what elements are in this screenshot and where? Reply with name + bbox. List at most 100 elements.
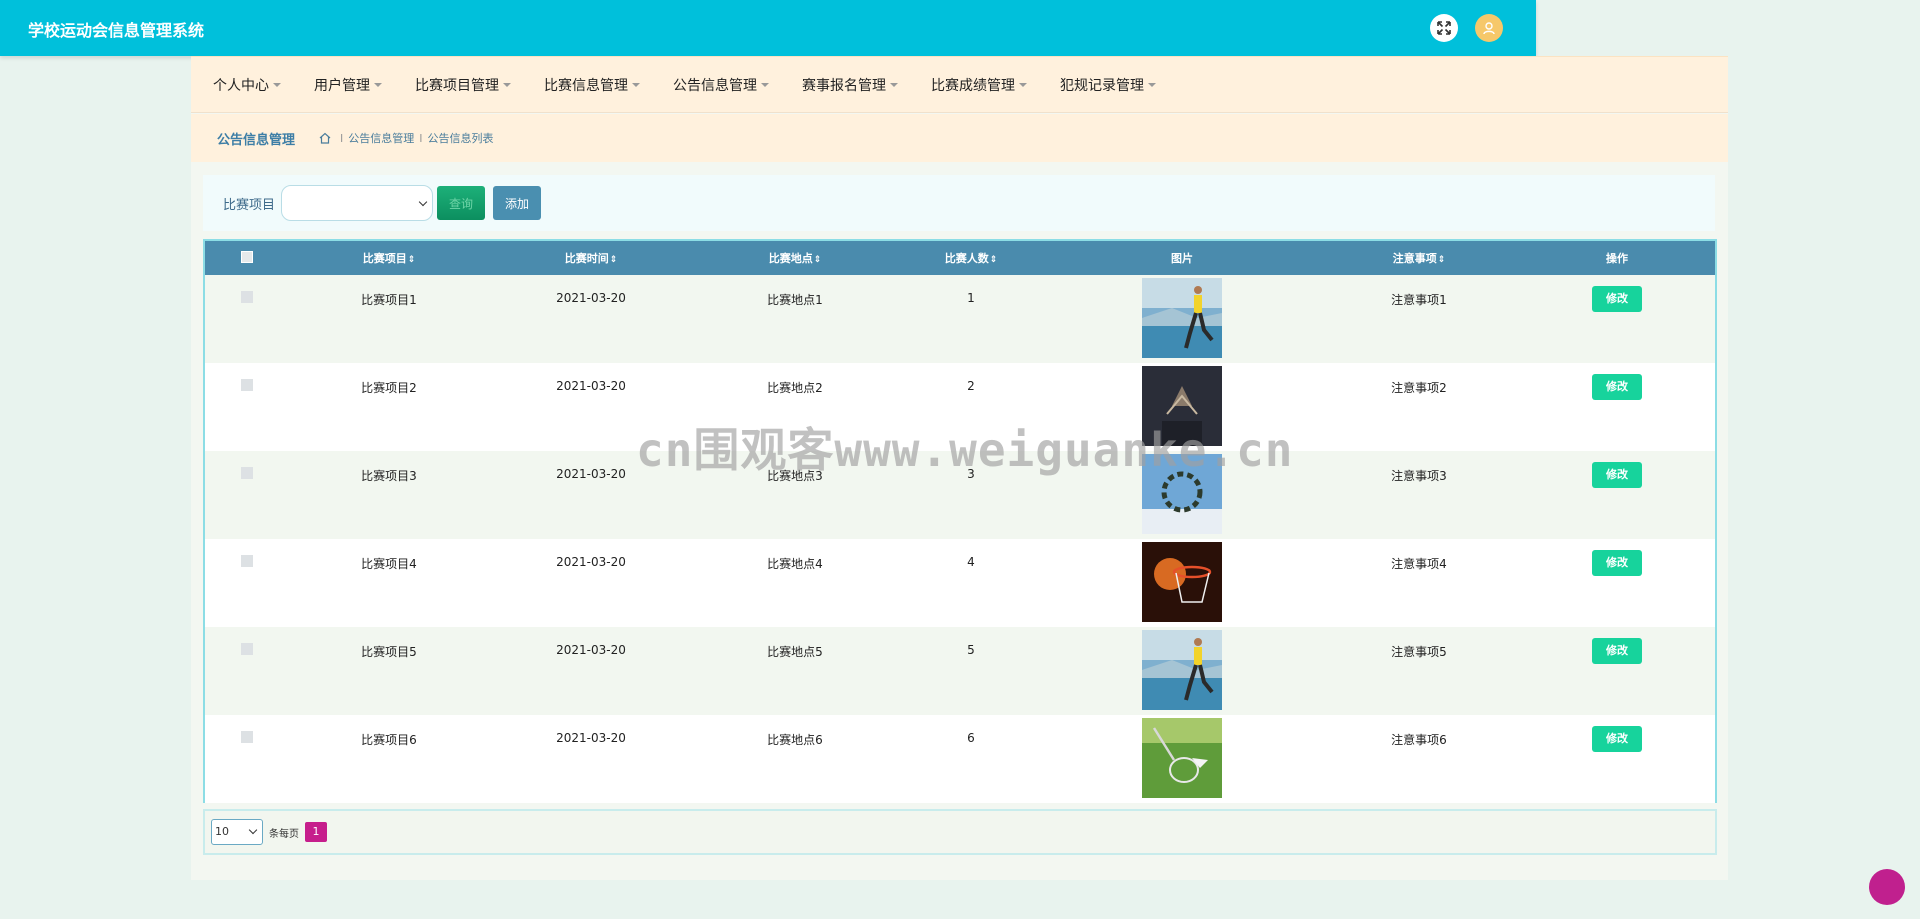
- cell-notes: 注意事项3: [1391, 469, 1447, 483]
- cell-project: 比赛项目3: [361, 469, 417, 483]
- top-header: 学校运动会信息管理系统: [0, 0, 1536, 56]
- row-checkbox[interactable]: [241, 291, 253, 303]
- home-icon[interactable]: [319, 132, 331, 144]
- page-size-value: 10: [215, 825, 229, 838]
- chevron-down-icon: [418, 197, 428, 207]
- nav-item-label: 个人中心: [213, 77, 269, 94]
- column-header[interactable]: 比赛时间⇕: [489, 241, 693, 275]
- cell-notes: 注意事项6: [1391, 733, 1447, 747]
- nav-item-foul-management[interactable]: 犯规记录管理: [1060, 75, 1156, 95]
- column-header: 操作: [1606, 252, 1628, 265]
- edit-button[interactable]: 修改: [1592, 286, 1642, 312]
- cell-project: 比赛项目5: [361, 645, 417, 659]
- sort-icon: ⇕: [1437, 255, 1446, 265]
- top-nav-menu: 个人中心 用户管理 比赛项目管理 比赛信息管理 公告信息管理 赛事报名管理 比赛…: [191, 56, 1728, 113]
- user-avatar-icon[interactable]: [1475, 14, 1503, 42]
- nav-item-registration-management[interactable]: 赛事报名管理: [802, 75, 898, 95]
- table-row: 比赛项目4 2021-03-20 比赛地点4 4 注意事项4 修改: [205, 539, 1715, 627]
- cell-project: 比赛项目2: [361, 381, 417, 395]
- floating-action-button[interactable]: [1869, 869, 1905, 905]
- nav-item-notice-management[interactable]: 公告信息管理: [673, 75, 769, 95]
- page-number-button[interactable]: 1: [305, 822, 327, 842]
- cell-project: 比赛项目4: [361, 557, 417, 571]
- caret-down-icon: [374, 82, 382, 87]
- nav-item-match-info-management[interactable]: 比赛信息管理: [544, 75, 640, 95]
- search-button[interactable]: 查询: [437, 186, 486, 220]
- row-checkbox[interactable]: [241, 643, 253, 655]
- edit-button[interactable]: 修改: [1592, 462, 1642, 488]
- caret-down-icon: [1148, 82, 1156, 87]
- row-checkbox[interactable]: [241, 467, 253, 479]
- search-label: 比赛项目: [223, 197, 276, 213]
- edit-button[interactable]: 修改: [1592, 726, 1642, 752]
- cell-count: 6: [967, 731, 975, 745]
- nav-item-label: 赛事报名管理: [802, 77, 886, 94]
- edit-button[interactable]: 修改: [1592, 374, 1642, 400]
- nav-item-project-management[interactable]: 比赛项目管理: [415, 75, 511, 95]
- cell-place: 比赛地点4: [767, 557, 823, 571]
- page-title: 公告信息管理: [217, 132, 296, 148]
- edit-button[interactable]: 修改: [1592, 550, 1642, 576]
- cell-time: 2021-03-20: [556, 643, 626, 657]
- cell-notes: 注意事项2: [1391, 381, 1447, 395]
- column-header[interactable]: 比赛项目⇕: [289, 241, 489, 275]
- sort-icon: ⇕: [989, 255, 998, 265]
- cell-time: 2021-03-20: [556, 555, 626, 569]
- cell-time: 2021-03-20: [556, 291, 626, 305]
- chevron-down-icon: [248, 825, 258, 835]
- data-table: 比赛项目⇕ 比赛时间⇕ 比赛地点⇕ 比赛人数⇕ 图片 注意事项⇕ 操作 比赛项目…: [203, 239, 1717, 803]
- nav-item-personal-center[interactable]: 个人中心: [213, 75, 281, 95]
- nav-item-user-management[interactable]: 用户管理: [314, 75, 382, 95]
- table-row: 比赛项目6 2021-03-20 比赛地点6 6 注意事项6 修改: [205, 715, 1715, 803]
- row-checkbox[interactable]: [241, 731, 253, 743]
- watermark: cn围观客www.weiguanke.cn: [636, 423, 1294, 477]
- table-row: 比赛项目1 2021-03-20 比赛地点1 1 注意事项1 修改: [205, 275, 1715, 363]
- nav-item-score-management[interactable]: 比赛成绩管理: [931, 75, 1027, 95]
- page-size-select[interactable]: 10: [211, 819, 263, 845]
- nav-item-label: 犯规记录管理: [1060, 77, 1144, 94]
- nav-item-label: 用户管理: [314, 77, 370, 94]
- breadcrumb-separator: I: [340, 131, 344, 145]
- nav-item-label: 比赛项目管理: [415, 77, 499, 94]
- caret-down-icon: [273, 82, 281, 87]
- select-all-cell: [205, 241, 289, 275]
- app-title: 学校运动会信息管理系统: [28, 21, 205, 40]
- add-button[interactable]: 添加: [493, 186, 542, 220]
- row-checkbox[interactable]: [241, 379, 253, 391]
- sort-icon: ⇕: [407, 255, 416, 265]
- cell-notes: 注意事项5: [1391, 645, 1447, 659]
- column-header[interactable]: 比赛人数⇕: [897, 241, 1045, 275]
- select-all-checkbox[interactable]: [241, 250, 253, 263]
- badminton-image: [1142, 718, 1222, 798]
- cell-time: 2021-03-20: [556, 731, 626, 745]
- cell-place: 比赛地点1: [767, 293, 823, 307]
- breadcrumb-item[interactable]: 公告信息管理: [348, 130, 414, 146]
- column-header[interactable]: 比赛地点⇕: [693, 241, 897, 275]
- fullscreen-icon[interactable]: [1430, 14, 1458, 42]
- row-checkbox[interactable]: [241, 555, 253, 567]
- pagination: 10 条每页 1: [203, 809, 1717, 855]
- breadcrumb-item: 公告信息列表: [427, 132, 494, 145]
- nav-item-label: 比赛成绩管理: [931, 77, 1015, 94]
- edit-button[interactable]: 修改: [1592, 638, 1642, 664]
- cell-count: 1: [967, 291, 975, 305]
- column-header[interactable]: 注意事项⇕: [1319, 241, 1519, 275]
- cell-count: 5: [967, 643, 975, 657]
- sort-icon: ⇕: [609, 255, 618, 265]
- breadcrumb-separator: I: [419, 131, 423, 145]
- cell-project: 比赛项目6: [361, 733, 417, 747]
- cell-place: 比赛地点5: [767, 645, 823, 659]
- cell-notes: 注意事项1: [1391, 293, 1447, 307]
- cell-project: 比赛项目1: [361, 293, 417, 307]
- column-header: 图片: [1171, 252, 1193, 265]
- per-page-label: 条每页: [269, 828, 299, 840]
- search-bar: 比赛项目 查询 添加: [203, 175, 1715, 231]
- runner-image: [1142, 630, 1222, 710]
- caret-down-icon: [761, 82, 769, 87]
- project-select[interactable]: [281, 185, 434, 221]
- caret-down-icon: [632, 82, 640, 87]
- caret-down-icon: [1019, 82, 1027, 87]
- table-row: 比赛项目5 2021-03-20 比赛地点5 5 注意事项5 修改: [205, 627, 1715, 715]
- cell-notes: 注意事项4: [1391, 557, 1447, 571]
- table-header-row: 比赛项目⇕ 比赛时间⇕ 比赛地点⇕ 比赛人数⇕ 图片 注意事项⇕ 操作: [205, 241, 1715, 275]
